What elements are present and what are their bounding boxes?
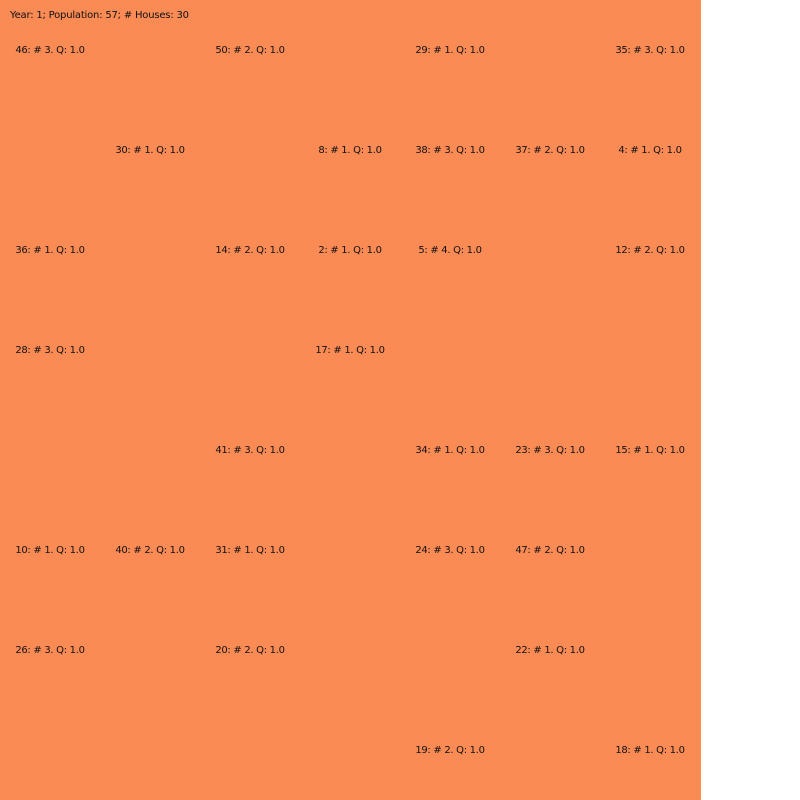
house-label: 2: # 1. Q: 1.0 [318, 245, 382, 256]
house-label: 38: # 3. Q: 1.0 [415, 145, 485, 156]
house-label: 18: # 1. Q: 1.0 [615, 745, 685, 756]
house-label: 35: # 3. Q: 1.0 [615, 45, 685, 56]
house-label: 12: # 2. Q: 1.0 [615, 245, 685, 256]
house-label: 30: # 1. Q: 1.0 [115, 145, 185, 156]
house-label: 41: # 3. Q: 1.0 [215, 445, 285, 456]
house-label: 26: # 3. Q: 1.0 [15, 645, 85, 656]
house-label: 22: # 1. Q: 1.0 [515, 645, 585, 656]
house-label: 20: # 2. Q: 1.0 [215, 645, 285, 656]
house-label: 15: # 1. Q: 1.0 [615, 445, 685, 456]
house-label: 46: # 3. Q: 1.0 [15, 45, 85, 56]
house-label: 4: # 1. Q: 1.0 [618, 145, 682, 156]
status-text: Year: 1; Population: 57; # Houses: 30 [10, 10, 189, 21]
house-label: 23: # 3. Q: 1.0 [515, 445, 585, 456]
house-label: 29: # 1. Q: 1.0 [415, 45, 485, 56]
house-label: 28: # 3. Q: 1.0 [15, 345, 85, 356]
house-label: 8: # 1. Q: 1.0 [318, 145, 382, 156]
house-label: 14: # 2. Q: 1.0 [215, 245, 285, 256]
house-label: 47: # 2. Q: 1.0 [515, 545, 585, 556]
house-label: 36: # 1. Q: 1.0 [15, 245, 85, 256]
house-label: 10: # 1. Q: 1.0 [15, 545, 85, 556]
house-label: 37: # 2. Q: 1.0 [515, 145, 585, 156]
simulation-board: Year: 1; Population: 57; # Houses: 30 46… [0, 0, 701, 800]
house-label: 17: # 1. Q: 1.0 [315, 345, 385, 356]
house-label: 24: # 3. Q: 1.0 [415, 545, 485, 556]
house-label: 34: # 1. Q: 1.0 [415, 445, 485, 456]
house-label: 50: # 2. Q: 1.0 [215, 45, 285, 56]
house-label: 40: # 2. Q: 1.0 [115, 545, 185, 556]
house-label: 31: # 1. Q: 1.0 [215, 545, 285, 556]
house-label: 5: # 4. Q: 1.0 [418, 245, 482, 256]
house-label: 19: # 2. Q: 1.0 [415, 745, 485, 756]
